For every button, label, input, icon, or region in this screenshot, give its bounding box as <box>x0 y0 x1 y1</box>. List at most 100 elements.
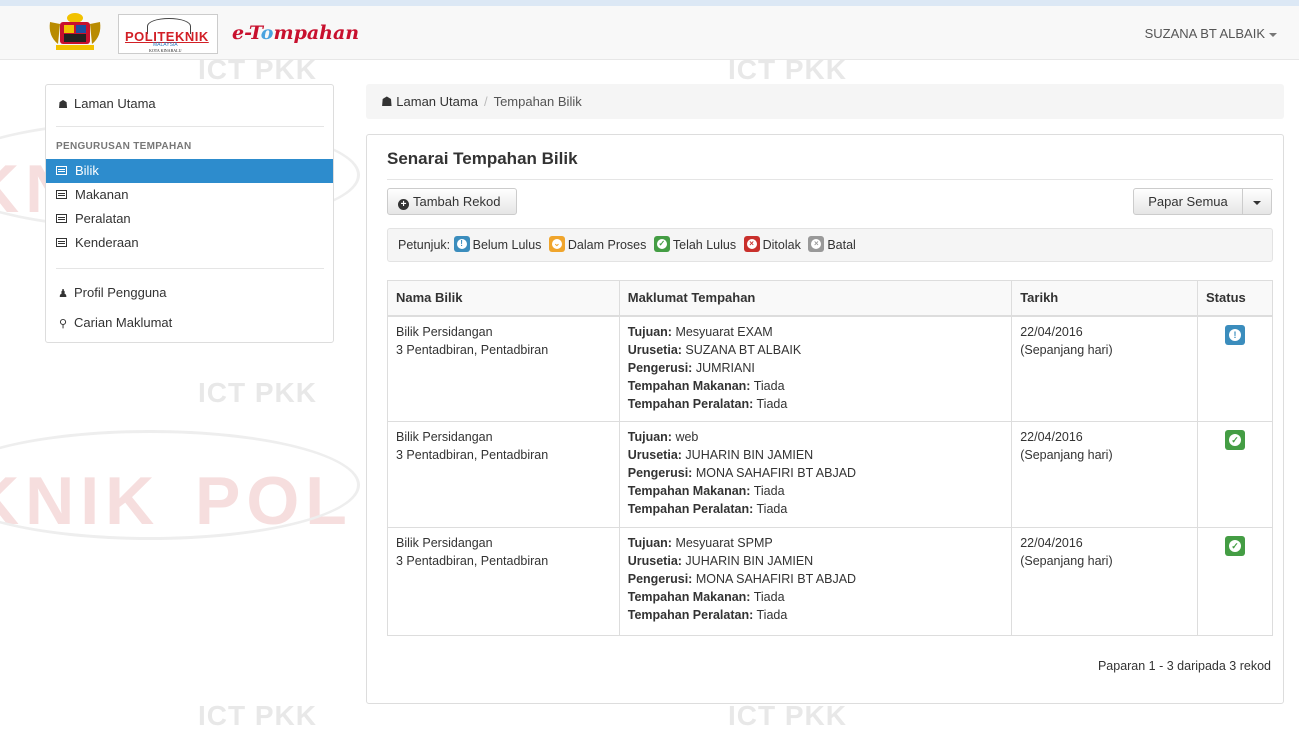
field-value: SUZANA BT ALBAIK <box>685 342 802 357</box>
list-icon <box>56 238 67 248</box>
date-cell: 22/04/2016 (Sepanjang hari) <box>1011 315 1199 422</box>
chevron-down-circle-icon: ⌄ <box>548 236 565 252</box>
sidebar-item-bilik[interactable]: Bilik <box>46 159 333 183</box>
booking-date: 22/04/2016 <box>1020 536 1083 550</box>
sidebar-item-label: Profil Pengguna <box>74 285 167 300</box>
booking-duration: (Sepanjang hari) <box>1020 554 1113 568</box>
check-circle-icon[interactable]: ✓ <box>1225 536 1245 556</box>
sidebar-divider <box>56 268 324 269</box>
legend-label: Petunjuk: <box>398 238 451 252</box>
list-icon <box>56 166 67 176</box>
list-icon <box>56 190 67 200</box>
legend-text: Dalam Proses <box>567 238 647 252</box>
breadcrumb: ☗ Laman Utama / Tempahan Bilik <box>366 84 1284 119</box>
plus-circle-icon: + <box>398 199 409 210</box>
add-record-label: Tambah Rekod <box>413 194 501 209</box>
field-label: Pengerusi: <box>627 360 693 375</box>
field-label: Tempahan Makanan: <box>627 484 751 498</box>
status-legend: Petunjuk: ! Belum Lulus ⌄ Dalam Proses ✓ Te… <box>387 228 1273 262</box>
legend-item: ! Belum Lulus <box>453 236 541 252</box>
sidebar-item-label: Kenderaan <box>75 235 139 250</box>
brand-o: o <box>260 22 274 44</box>
sidebar-item-label: Carian Maklumat <box>74 315 173 330</box>
sidebar-item-kenderaan[interactable]: Kenderaan <box>46 231 333 255</box>
title-divider <box>387 179 1273 180</box>
legend-text: Batal <box>827 238 856 252</box>
watermark-text: ICT PKK <box>198 377 317 408</box>
navbar: POLITEKNIK MALAYSIA KOTA KINABALU e-Tomp… <box>0 6 1299 60</box>
room-name: Bilik Persidangan <box>396 430 493 444</box>
table-row: Bilik Persidangan 3 Pentadbiran, Pentadbi… <box>387 315 1273 422</box>
check-circle-icon: ✓ <box>653 236 670 252</box>
watermark-text: ICT PKK <box>198 700 317 731</box>
date-cell: 22/04/2016 (Sepanjang hari) <box>1011 527 1199 636</box>
booking-table: Nama Bilik Maklumat Tempahan Tarikh Stat… <box>387 280 1273 636</box>
legend-text: Ditolak <box>762 238 801 252</box>
field-label: Tujuan: <box>627 536 672 550</box>
room-name: Bilik Persidangan <box>396 324 493 339</box>
legend-item: ⌄ Dalam Proses <box>548 236 647 252</box>
breadcrumb-separator: / <box>483 94 488 109</box>
column-header[interactable]: Tarikh <box>1011 280 1199 317</box>
booking-info-cell: Tujuan: web Urusetia: JUHARIN BIN JAMIEN… <box>619 421 1013 528</box>
column-header[interactable]: Status <box>1197 280 1273 317</box>
field-label: Pengerusi: <box>627 466 693 480</box>
room-cell: Bilik Persidangan 3 Pentadbiran, Pentadbi… <box>387 527 620 636</box>
column-header[interactable]: Nama Bilik <box>387 280 620 317</box>
field-label: Pengerusi: <box>627 572 693 586</box>
breadcrumb-home-label: Laman Utama <box>396 94 478 109</box>
booking-date: 22/04/2016 <box>1020 324 1083 339</box>
check-circle-icon[interactable]: ✓ <box>1225 430 1245 450</box>
field-label: Tempahan Makanan: <box>627 378 751 393</box>
brand-suffix: mpahan <box>273 22 360 44</box>
field-value: MONA SAHAFIRI BT ABJAD <box>695 466 857 480</box>
list-icon <box>56 214 67 224</box>
field-value: Tiada <box>756 608 788 622</box>
sidebar-item-peralatan[interactable]: Peralatan <box>46 207 333 231</box>
room-cell: Bilik Persidangan 3 Pentadbiran, Pentadbi… <box>387 315 620 422</box>
field-label: Tujuan: <box>627 324 672 339</box>
sidebar-item-makanan[interactable]: Makanan <box>46 183 333 207</box>
booking-duration: (Sepanjang hari) <box>1020 342 1113 357</box>
field-label: Urusetia: <box>627 448 682 462</box>
sidebar: ☗ Laman Utama PENGURUSAN TEMPAHAN Bilik M… <box>45 84 334 343</box>
booking-info-cell: Tujuan: Mesyuarat SPMP Urusetia: JUHARIN… <box>619 527 1013 636</box>
field-value: web <box>675 430 699 444</box>
exclamation-icon[interactable]: ! <box>1225 324 1245 345</box>
politeknik-logo: POLITEKNIK MALAYSIA KOTA KINABALU <box>118 14 218 54</box>
pagination-info: Paparan 1 - 3 daripada 3 rekod <box>1097 659 1271 673</box>
status-cell: ✓ <box>1197 421 1273 528</box>
show-all-button[interactable]: Papar Semua <box>1133 188 1243 215</box>
field-value: Tiada <box>756 502 788 516</box>
add-record-button[interactable]: + Tambah Rekod <box>387 188 517 215</box>
breadcrumb-home[interactable]: ☗ Laman Utama <box>381 94 478 109</box>
field-value: Tiada <box>756 396 788 411</box>
table-row: Bilik Persidangan 3 Pentadbiran, Pentadbi… <box>387 527 1273 636</box>
legend-item: × Batal <box>808 236 856 252</box>
user-menu[interactable]: SUZANA BT ALBAIK <box>1145 26 1277 41</box>
field-label: Urusetia: <box>627 342 682 357</box>
sidebar-item-label: Peralatan <box>75 211 131 226</box>
field-value: Tiada <box>753 590 785 604</box>
brand-title[interactable]: e-Tompahan <box>232 22 359 44</box>
field-value: MONA SAHAFIRI BT ABJAD <box>695 572 857 586</box>
column-header[interactable]: Maklumat Tempahan <box>619 280 1013 317</box>
room-cell: Bilik Persidangan 3 Pentadbiran, Pentadbi… <box>387 421 620 528</box>
brand-prefix: e-T <box>232 22 261 44</box>
sidebar-item-home[interactable]: ☗ Laman Utama <box>46 92 333 116</box>
field-value: JUMRIANI <box>695 360 755 375</box>
sidebar-item-label: Bilik <box>75 163 99 178</box>
status-cell: ! <box>1197 315 1273 422</box>
x-circle-icon: × <box>743 236 760 252</box>
home-icon: ☗ <box>381 94 393 109</box>
field-value: Mesyuarat EXAM <box>675 324 773 339</box>
field-label: Tempahan Peralatan: <box>627 502 754 516</box>
status-cell: ✓ <box>1197 527 1273 636</box>
caret-down-icon <box>1253 200 1261 205</box>
field-label: Urusetia: <box>627 554 682 568</box>
table-header-row: Nama Bilik Maklumat Tempahan Tarikh Stat… <box>387 280 1273 317</box>
sidebar-item-profil[interactable]: ♟ Profil Pengguna <box>46 281 333 305</box>
show-all-dropdown-toggle[interactable] <box>1242 188 1272 215</box>
sidebar-item-carian[interactable]: ⚲ Carian Maklumat <box>46 311 333 335</box>
field-label: Tempahan Peralatan: <box>627 396 754 411</box>
